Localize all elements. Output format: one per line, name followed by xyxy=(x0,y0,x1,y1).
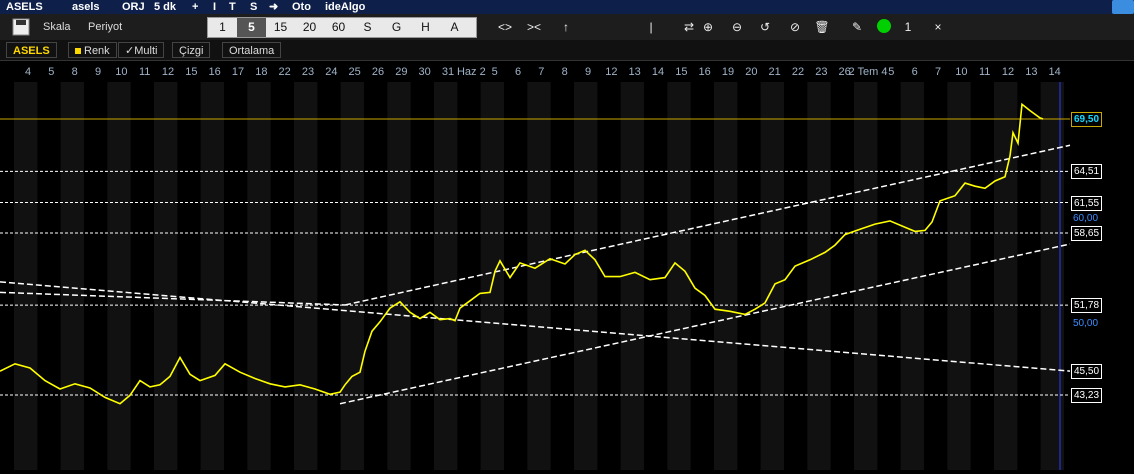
date-tick-label: 13 xyxy=(628,66,641,78)
price-level-label: 45,50 xyxy=(1071,364,1103,380)
day-band xyxy=(574,82,598,470)
date-tick-label: 19 xyxy=(721,66,735,78)
date-tick-label: 9 xyxy=(94,66,102,78)
price-level-label: 60,00 xyxy=(1073,212,1099,224)
day-band xyxy=(340,82,364,470)
date-tick-label: 11 xyxy=(138,66,151,78)
date-tick-label: 21 xyxy=(768,66,781,78)
date-tick-label: 24 xyxy=(325,66,338,78)
date-tick-label: 9 xyxy=(584,66,592,78)
date-tick-label: 23 xyxy=(301,66,315,78)
date-tick-label: 16 xyxy=(698,66,711,78)
date-tick-label: 10 xyxy=(115,66,128,78)
date-tick-label: 25 xyxy=(348,66,361,78)
date-tick-label: 12 xyxy=(605,66,618,78)
day-band xyxy=(947,82,971,470)
date-tick-label: 12 xyxy=(1001,66,1015,78)
date-tick-label: 5 xyxy=(491,66,498,78)
day-band xyxy=(294,82,318,470)
date-tick-label: 10 xyxy=(955,66,968,78)
date-tick-label: 22 xyxy=(791,66,805,78)
date-tick-label: 8 xyxy=(561,66,568,78)
date-tick-label: 4 xyxy=(24,66,32,78)
date-tick-label: 7 xyxy=(934,66,942,78)
day-band xyxy=(854,82,878,470)
date-tick-label: 26 xyxy=(371,66,385,78)
day-band xyxy=(434,82,458,470)
day-band xyxy=(14,82,38,470)
date-tick-label: 31 xyxy=(441,66,455,78)
date-tick-label: 6 xyxy=(911,66,918,78)
day-band xyxy=(807,82,831,470)
date-tick-label: 14 xyxy=(651,66,665,78)
day-band xyxy=(760,82,784,470)
date-tick-label: 29 xyxy=(395,66,408,78)
date-tick-label: 13 xyxy=(1025,66,1038,78)
date-tick-label: 2 Tem 4 xyxy=(848,66,888,78)
date-tick-label: 11 xyxy=(978,66,991,78)
date-tick-label: 15 xyxy=(185,66,198,78)
date-tick-label: Haz 2 xyxy=(456,66,486,78)
day-band xyxy=(200,82,224,470)
date-tick-label: 23 xyxy=(815,66,828,78)
price-level-label: 58,65 xyxy=(1071,225,1103,241)
date-tick-label: 30 xyxy=(418,66,431,78)
day-band xyxy=(154,82,178,470)
day-band xyxy=(527,82,551,470)
date-tick-label: 17 xyxy=(231,66,245,78)
day-band xyxy=(387,82,411,470)
price-level-label: 64,51 xyxy=(1071,164,1103,180)
date-tick-label: 8 xyxy=(71,66,78,78)
price-level-label: 69,50 xyxy=(1071,112,1103,127)
date-tick-label: 12 xyxy=(161,66,175,78)
day-band xyxy=(107,82,131,470)
date-tick-label: 7 xyxy=(538,66,545,78)
date-tick-label: 18 xyxy=(255,66,268,78)
date-tick-label: 5 xyxy=(888,66,895,78)
date-tick-label: 16 xyxy=(208,66,221,78)
price-level-label: 43,23 xyxy=(1071,388,1103,403)
price-level-label: 61,55 xyxy=(1071,195,1103,211)
day-band xyxy=(247,82,271,470)
date-tick-label: 6 xyxy=(514,66,522,78)
day-band xyxy=(994,82,1018,470)
day-band xyxy=(480,82,504,470)
price-level-label: 50,00 xyxy=(1073,317,1099,329)
date-tick-label: 20 xyxy=(745,66,758,78)
price-level-label: 51,78 xyxy=(1071,298,1103,314)
date-tick-label: 22 xyxy=(278,66,291,78)
day-band xyxy=(714,82,738,470)
day-band xyxy=(60,82,84,470)
date-tick-label: 15 xyxy=(675,66,688,78)
date-tick-label: 5 xyxy=(48,66,55,78)
date-tick-label: 14 xyxy=(1048,66,1061,78)
